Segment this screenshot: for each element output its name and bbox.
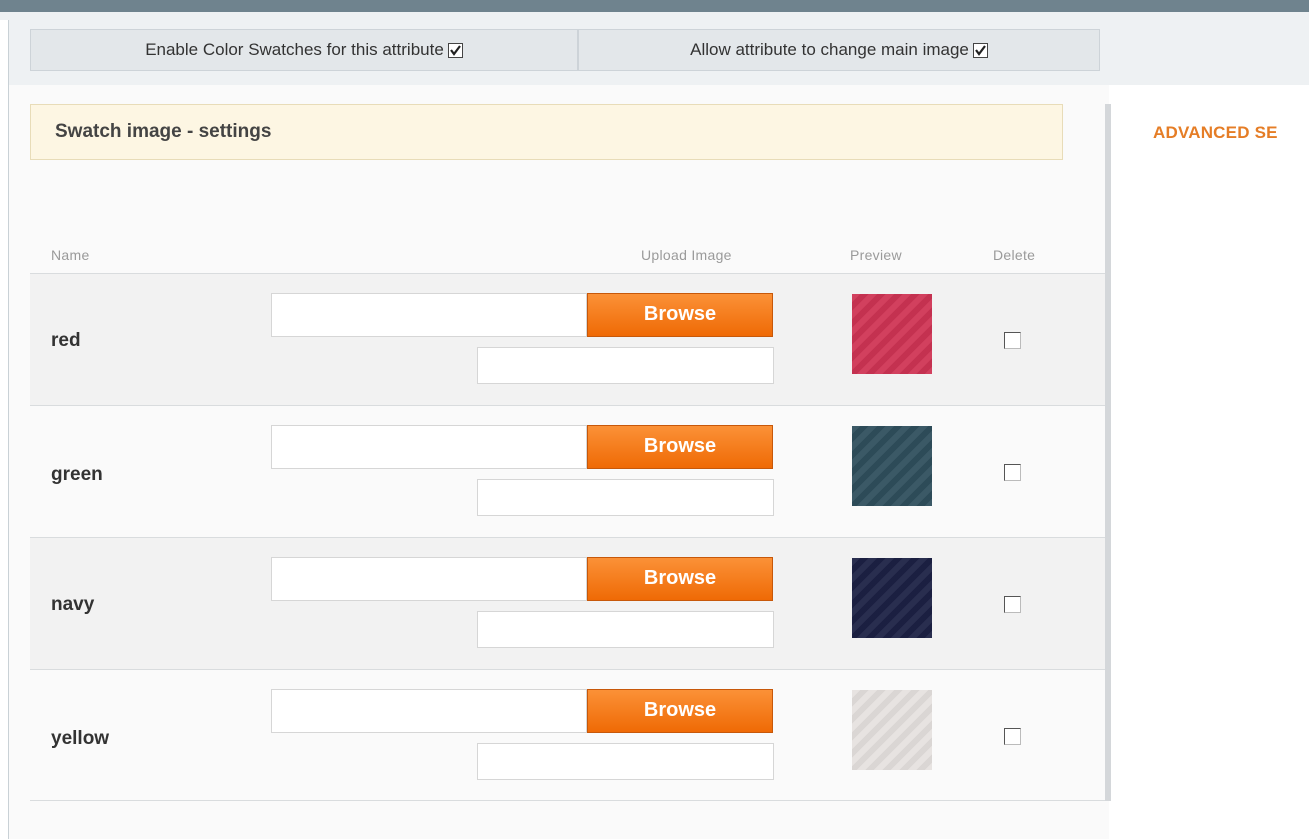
browse-button[interactable]: Browse xyxy=(587,425,773,469)
check-icon xyxy=(974,44,986,56)
column-header-preview: Preview xyxy=(850,247,902,263)
check-icon xyxy=(449,44,461,56)
advanced-settings-tab[interactable]: ADVANCED SE xyxy=(1153,123,1309,143)
file-path-input[interactable] xyxy=(271,557,587,601)
change-main-image-checkbox[interactable] xyxy=(972,42,988,58)
browse-button[interactable]: Browse xyxy=(587,293,773,337)
row-name: green xyxy=(51,464,103,485)
enable-swatches-label: Enable Color Swatches for this attribute xyxy=(145,40,444,59)
panel-divider xyxy=(1105,104,1111,801)
browse-button[interactable]: Browse xyxy=(587,557,773,601)
delete-checkbox[interactable] xyxy=(1004,464,1021,481)
image-name-input[interactable] xyxy=(477,479,774,516)
section-title: Swatch image - settings xyxy=(30,104,1063,160)
swatch-preview xyxy=(852,426,932,506)
column-header-name: Name xyxy=(51,247,90,263)
top-strip xyxy=(0,0,1309,12)
enable-swatches-checkbox[interactable] xyxy=(447,42,463,58)
table-row: red Browse xyxy=(30,273,1105,405)
file-path-input[interactable] xyxy=(271,293,587,337)
row-name: red xyxy=(51,330,81,351)
swatch-preview xyxy=(852,690,932,770)
delete-checkbox[interactable] xyxy=(1004,728,1021,745)
delete-checkbox[interactable] xyxy=(1004,332,1021,349)
image-name-input[interactable] xyxy=(477,743,774,780)
options-bar: Enable Color Swatches for this attribute… xyxy=(9,20,1309,85)
top-bar xyxy=(0,0,1309,20)
file-path-input[interactable] xyxy=(271,689,587,733)
column-header-delete: Delete xyxy=(993,247,1036,263)
table-row: yellow Browse xyxy=(30,669,1105,801)
swatch-preview xyxy=(852,558,932,638)
image-name-input[interactable] xyxy=(477,611,774,648)
swatch-preview xyxy=(852,294,932,374)
change-main-image-option[interactable]: Allow attribute to change main image xyxy=(578,29,1100,71)
image-name-input[interactable] xyxy=(477,347,774,384)
file-path-input[interactable] xyxy=(271,425,587,469)
change-main-image-label: Allow attribute to change main image xyxy=(690,40,969,59)
table-row: green Browse xyxy=(30,405,1105,537)
table-row: navy Browse xyxy=(30,537,1105,669)
row-name: yellow xyxy=(51,728,110,749)
table-bottom-border xyxy=(30,800,1105,801)
column-header-upload: Upload Image xyxy=(641,247,732,263)
browse-button[interactable]: Browse xyxy=(587,689,773,733)
enable-swatches-option[interactable]: Enable Color Swatches for this attribute xyxy=(30,29,578,71)
row-name: navy xyxy=(51,594,95,615)
delete-checkbox[interactable] xyxy=(1004,596,1021,613)
